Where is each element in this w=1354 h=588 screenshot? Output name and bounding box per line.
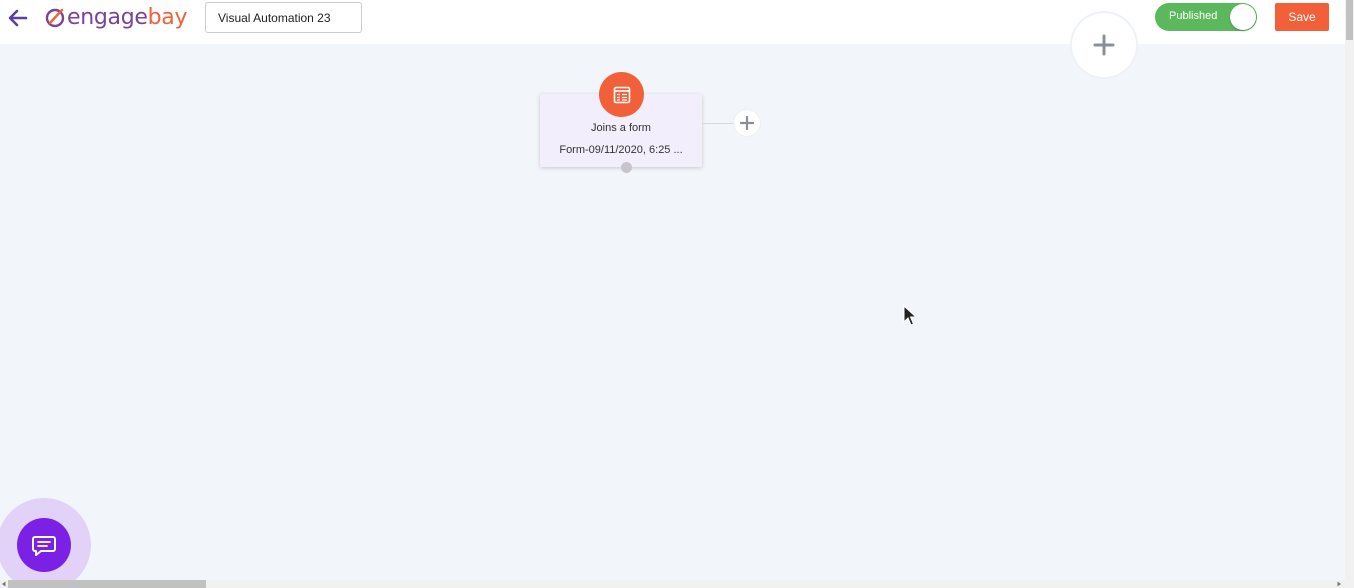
plus-icon bbox=[1093, 34, 1115, 56]
horizontal-scrollbar[interactable] bbox=[0, 580, 1345, 588]
workflow-name-input[interactable] bbox=[205, 2, 362, 33]
trigger-node-subtitle: Form-09/11/2020, 6:25 ... bbox=[559, 144, 683, 156]
trigger-node-icon-badge bbox=[599, 72, 644, 117]
node-connector-line bbox=[702, 123, 734, 124]
add-next-step-button[interactable] bbox=[734, 110, 760, 136]
chat-bubble-icon bbox=[32, 536, 56, 556]
publish-toggle[interactable]: Published bbox=[1155, 3, 1257, 31]
plus-icon bbox=[740, 116, 754, 130]
vertical-scrollbar[interactable] bbox=[1345, 0, 1354, 588]
node-output-connector[interactable] bbox=[621, 162, 632, 173]
logo-text-bay: bay bbox=[147, 4, 188, 30]
logo-text-engage: engage bbox=[67, 4, 148, 30]
scroll-right-arrow-icon[interactable] bbox=[1335, 580, 1343, 588]
arrow-left-icon bbox=[8, 9, 28, 27]
trigger-node-title: Joins a form bbox=[591, 122, 651, 134]
vertical-scrollbar-thumb[interactable] bbox=[1346, 0, 1353, 40]
publish-toggle-label: Published bbox=[1169, 10, 1218, 22]
top-header: engagebay Published Save bbox=[0, 0, 1345, 44]
add-trigger-button[interactable] bbox=[1072, 13, 1136, 77]
mouse-cursor-icon bbox=[903, 305, 917, 326]
logo-mark-icon bbox=[45, 8, 65, 28]
app-window: engagebay Published Save Joins a form Fo… bbox=[0, 0, 1354, 588]
back-button[interactable] bbox=[6, 6, 30, 30]
toggle-knob bbox=[1230, 4, 1256, 30]
horizontal-scrollbar-thumb[interactable] bbox=[8, 580, 206, 588]
chat-widget-button[interactable] bbox=[17, 518, 71, 572]
form-icon bbox=[613, 86, 630, 103]
save-button[interactable]: Save bbox=[1275, 3, 1329, 31]
engagebay-logo[interactable]: engage bay bbox=[44, 4, 187, 30]
scroll-left-arrow-icon[interactable] bbox=[0, 580, 8, 588]
